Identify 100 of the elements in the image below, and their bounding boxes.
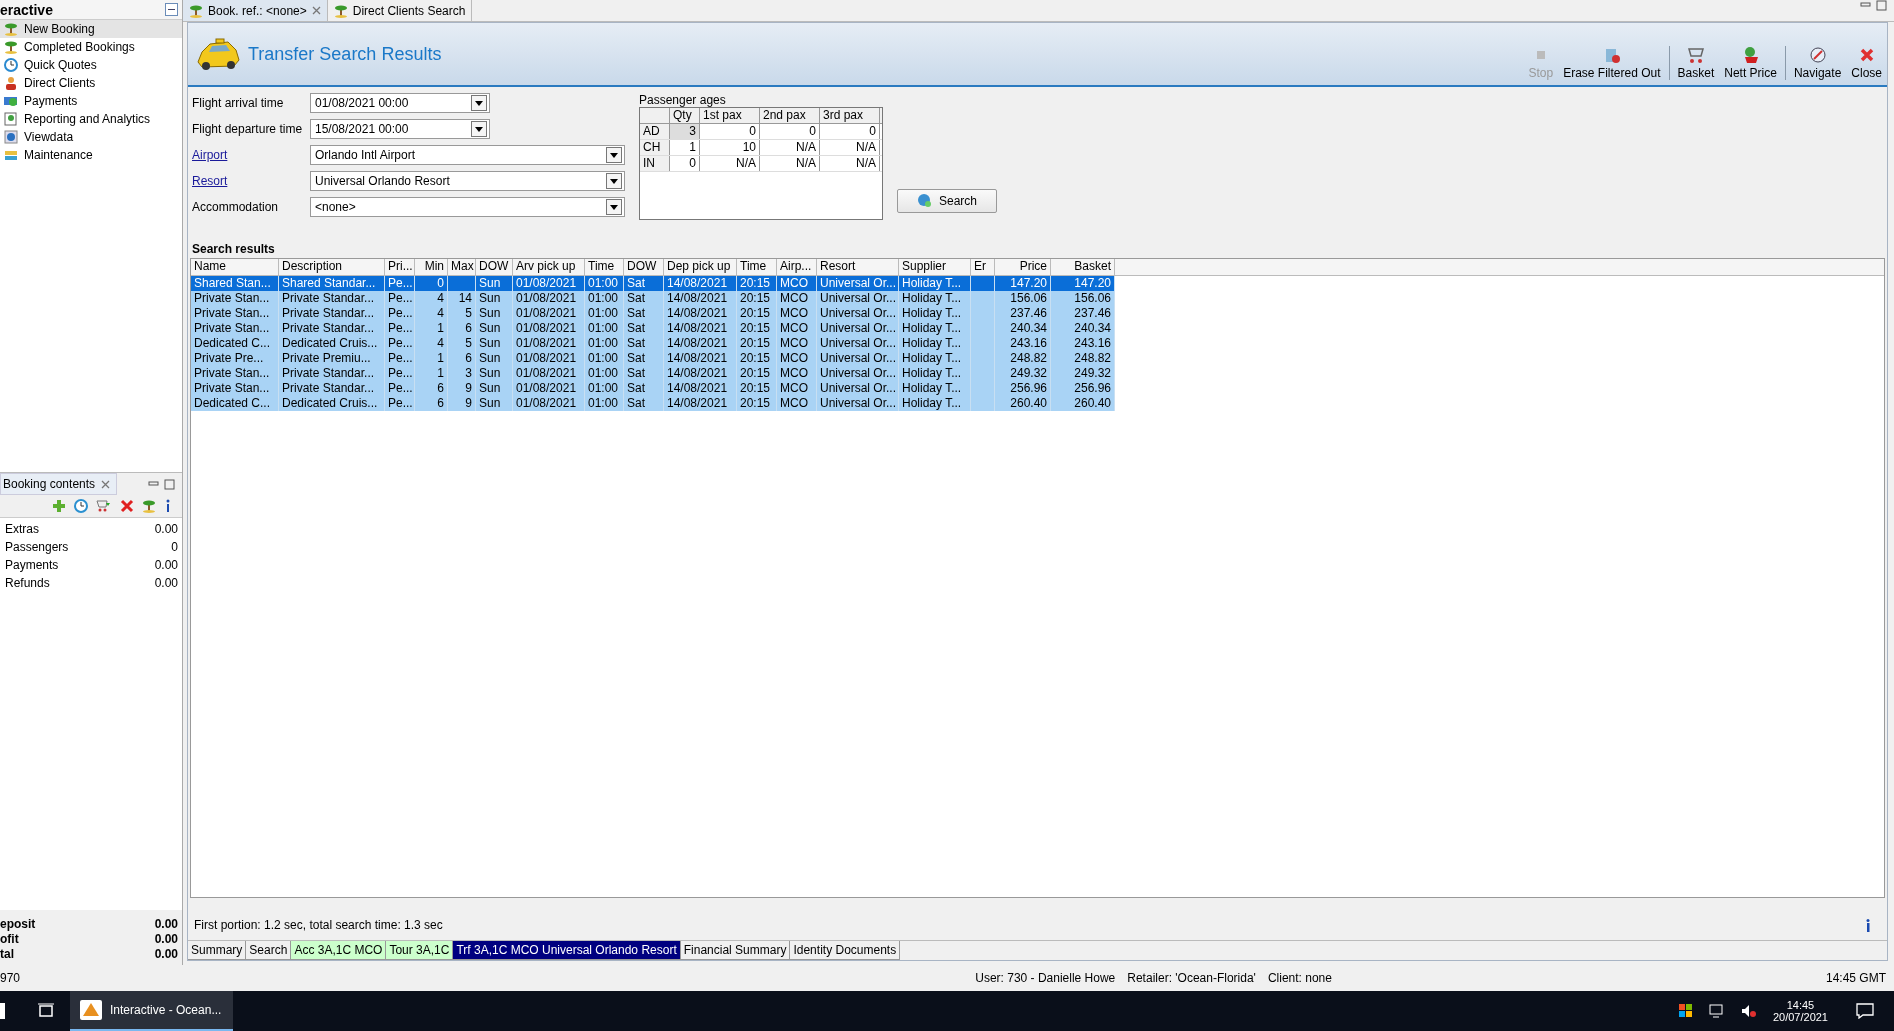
cart-icon[interactable] xyxy=(96,499,112,513)
column-header[interactable]: Max xyxy=(448,259,476,275)
column-header[interactable]: Name xyxy=(191,259,279,275)
component-tab[interactable]: Financial Summary xyxy=(680,941,791,960)
component-tab[interactable]: Tour 3A,1C xyxy=(386,941,454,960)
field-link[interactable]: Airport xyxy=(192,148,228,162)
navigator-item[interactable]: Payments xyxy=(0,92,182,110)
navigator-item[interactable]: Viewdata xyxy=(0,128,182,146)
search-button[interactable]: Search xyxy=(897,189,997,213)
column-header[interactable]: 3rd pax xyxy=(820,108,880,123)
navigator-item[interactable]: Maintenance xyxy=(0,146,182,164)
column-header[interactable]: Airp... xyxy=(777,259,817,275)
info-icon[interactable] xyxy=(164,499,172,513)
navigator-item[interactable]: Reporting and Analytics xyxy=(0,110,182,128)
column-header[interactable]: Min xyxy=(415,259,448,275)
field-link[interactable]: Resort xyxy=(192,174,228,188)
palm-tree-icon[interactable] xyxy=(142,499,156,513)
toolbar-button[interactable]: Basket xyxy=(1672,46,1720,80)
dropdown-field[interactable]: <none> xyxy=(310,197,625,217)
total-value: 0.00 xyxy=(154,946,178,961)
table-cell[interactable]: 10 xyxy=(700,140,760,155)
table-cell[interactable]: 0 xyxy=(700,124,760,139)
table-row[interactable]: Private Pre... Private Premiu... Pe... 1 6 Sun 01/08/2021 01:00 Sat 14/08/2021 20:15 MCO Universal Or... Holiday T... 248.82 248.82 xyxy=(191,351,1115,366)
column-header[interactable]: DOW xyxy=(476,259,513,275)
component-tab[interactable]: Search xyxy=(246,941,292,960)
info-icon[interactable] xyxy=(1865,918,1871,932)
refresh-icon[interactable] xyxy=(74,499,88,513)
column-header[interactable]: Pri... xyxy=(385,259,415,275)
window-buttons-icon[interactable] xyxy=(148,478,176,490)
column-header[interactable]: Description xyxy=(279,259,385,275)
clock-text: 14:45 GMT xyxy=(1825,971,1886,985)
component-tab[interactable]: Identity Documents xyxy=(790,941,901,960)
table-cell[interactable]: 0 xyxy=(670,156,700,171)
toolbar-button[interactable]: Navigate xyxy=(1788,46,1847,80)
toolbar-button[interactable]: Close xyxy=(1846,46,1887,80)
document-tab[interactable]: Direct Clients Search xyxy=(352,3,466,18)
dropdown-field[interactable]: Orlando Intl Airport xyxy=(310,145,625,165)
table-cell[interactable]: N/A xyxy=(760,156,820,171)
navigator-item[interactable]: Direct Clients xyxy=(0,74,182,92)
stop-icon xyxy=(1536,51,1545,59)
table-row[interactable]: Private Stan... Private Standar... Pe... 1 6 Sun 01/08/2021 01:00 Sat 14/08/2021 20:15 MCO Universal Or... Holiday T... 240.34 240.34 xyxy=(191,321,1115,336)
table-row[interactable]: Dedicated C... Dedicated Cruis... Pe... 6 9 Sun 01/08/2021 01:00 Sat 14/08/2021 20:15 MCO Universal Or... Holiday T... 260.40 260.40 xyxy=(191,396,1115,411)
collapse-icon[interactable] xyxy=(165,3,178,16)
table-cell[interactable]: 3 xyxy=(670,124,700,139)
app-icon xyxy=(80,1000,102,1020)
table-cell[interactable]: 0 xyxy=(760,124,820,139)
table-row[interactable]: Private Stan... Private Standar... Pe... 1 3 Sun 01/08/2021 01:00 Sat 14/08/2021 20:15 MCO Universal Or... Holiday T... 249.32 249.32 xyxy=(191,366,1115,381)
column-header[interactable]: DOW xyxy=(624,259,664,275)
task-view-icon[interactable] xyxy=(38,1003,54,1019)
navigator-item[interactable]: Quick Quotes xyxy=(0,56,182,74)
palm-tree-icon xyxy=(4,40,18,54)
column-header[interactable]: Er xyxy=(971,259,995,275)
column-header[interactable]: Qty xyxy=(670,108,700,123)
column-header[interactable]: Time xyxy=(737,259,777,275)
component-tab[interactable]: Acc 3A,1C MCO xyxy=(291,941,387,960)
network-icon[interactable] xyxy=(1708,1004,1725,1018)
component-tab[interactable]: Summary xyxy=(188,941,247,960)
navigator-title: eractive xyxy=(0,1,53,18)
toolbar-button[interactable]: Nett Price xyxy=(1719,46,1782,80)
table-row[interactable]: Dedicated C... Dedicated Cruis... Pe... 4 5 Sun 01/08/2021 01:00 Sat 14/08/2021 20:15 MCO Universal Or... Holiday T... 243.16 243.16 xyxy=(191,336,1115,351)
column-header[interactable]: 1st pax xyxy=(700,108,760,123)
column-header[interactable]: Arv pick up xyxy=(513,259,585,275)
taskbar-app[interactable]: Interactive - Ocean... xyxy=(70,991,234,1031)
column-header[interactable]: 2nd pax xyxy=(760,108,820,123)
table-cell[interactable]: 0 xyxy=(820,124,880,139)
component-tab[interactable]: Trf 3A,1C MCO Universal Orlando Resort xyxy=(453,941,681,960)
notification-icon[interactable] xyxy=(1856,1003,1874,1019)
table-cell[interactable]: N/A xyxy=(760,140,820,155)
table-cell[interactable]: N/A xyxy=(820,140,880,155)
table-row[interactable]: Private Stan... Private Standar... Pe... 4 5 Sun 01/08/2021 01:00 Sat 14/08/2021 20:15 MCO Universal Or... Holiday T... 237.46 237.46 xyxy=(191,306,1115,321)
table-cell[interactable]: 1 xyxy=(670,140,700,155)
field-label: Flight arrival time xyxy=(192,96,284,110)
total-label: eposit xyxy=(0,916,36,931)
column-header[interactable]: Time xyxy=(585,259,624,275)
column-header[interactable]: Price xyxy=(995,259,1051,275)
column-header[interactable]: Dep pick up xyxy=(664,259,737,275)
date-field[interactable]: 15/08/2021 00:00 xyxy=(310,119,490,139)
delete-icon[interactable] xyxy=(120,499,134,513)
taskbar-time[interactable]: 14:45 xyxy=(1786,999,1815,1011)
speaker-muted-icon[interactable] xyxy=(1740,1004,1757,1018)
table-cell[interactable]: N/A xyxy=(820,156,880,171)
table-row[interactable]: Shared Stan... Shared Standar... Pe... 0 Sun 01/08/2021 01:00 Sat 14/08/2021 20:15 MCO Universal Or... Holiday T... 147.20 147.20 xyxy=(191,276,1115,291)
window-buttons-icon[interactable] xyxy=(1860,0,1888,11)
close-icon[interactable] xyxy=(311,6,321,15)
dropdown-field[interactable]: Universal Orlando Resort xyxy=(310,171,625,191)
toolbar-button[interactable]: Erase Filtered Out xyxy=(1558,46,1666,80)
navigator-item[interactable]: Completed Bookings xyxy=(0,38,182,56)
content-label: Extras xyxy=(5,522,39,536)
table-row[interactable]: Private Stan... Private Standar... Pe... 6 9 Sun 01/08/2021 01:00 Sat 14/08/2021 20:15 MCO Universal Or... Holiday T... 256.96 256.96 xyxy=(191,381,1115,396)
column-header[interactable]: Supplier xyxy=(899,259,971,275)
clock-icon xyxy=(4,58,18,72)
taskbar-date[interactable]: 20/07/2021 xyxy=(1772,1011,1828,1023)
date-field[interactable]: 01/08/2021 00:00 xyxy=(310,93,490,113)
palm-tree-icon xyxy=(4,22,18,36)
close-icon[interactable] xyxy=(101,479,111,489)
table-row[interactable]: Private Stan... Private Standar... Pe... 4 14 Sun 01/08/2021 01:00 Sat 14/08/2021 20:15 MCO Universal Or... Holiday T... 156.06 156.06 xyxy=(191,291,1115,306)
navigator-item[interactable]: New Booking xyxy=(0,20,182,38)
column-header[interactable]: Basket xyxy=(1051,259,1115,275)
column-header[interactable]: Resort xyxy=(817,259,899,275)
table-cell[interactable]: N/A xyxy=(700,156,760,171)
